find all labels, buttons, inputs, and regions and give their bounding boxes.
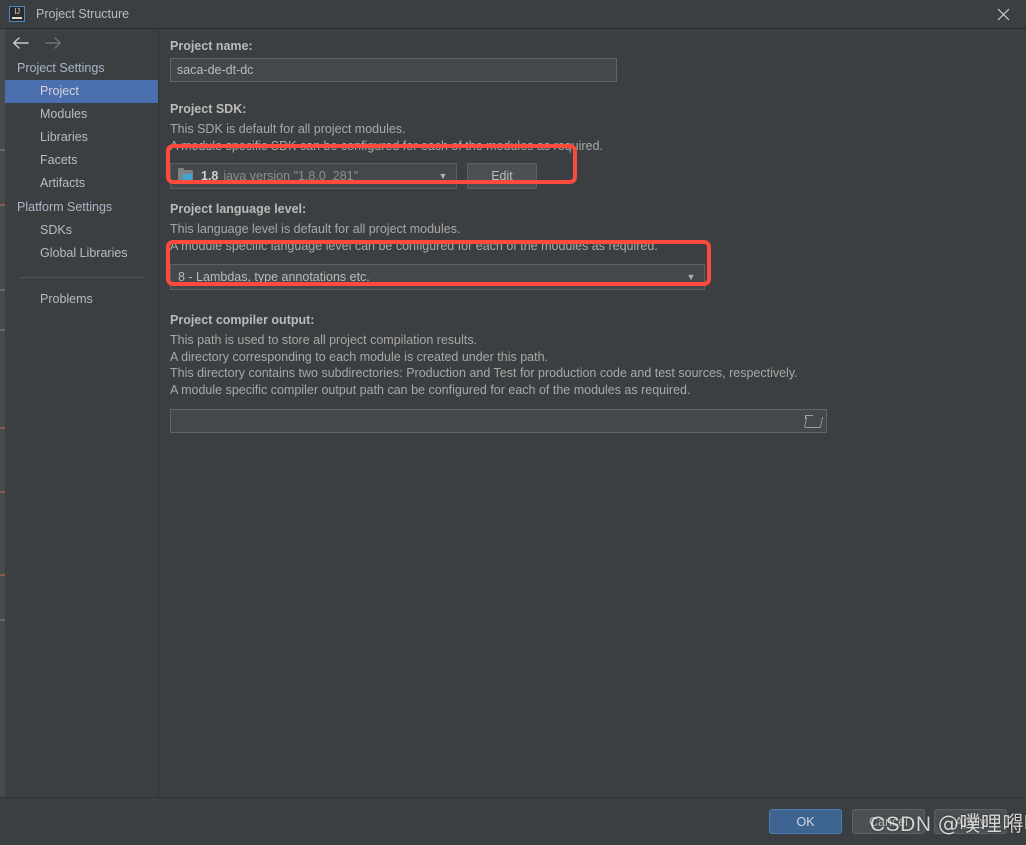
project-sdk-description: java version "1.8.0_281" (223, 169, 359, 183)
project-sdk-desc-2: A module specific SDK can be configured … (170, 138, 603, 153)
project-name-input[interactable]: saca-de-dt-dc (170, 58, 617, 82)
chevron-down-icon: ▼ (686, 271, 696, 282)
project-sdk-version: 1.8 (201, 169, 219, 183)
compiler-output-desc-2: A directory corresponding to each module… (170, 349, 548, 364)
sidebar-group-project-settings: Project Settings (17, 61, 105, 75)
arrow-right-icon[interactable] (43, 33, 63, 53)
project-name-value: saca-de-dt-dc (177, 63, 254, 77)
intellij-logo-icon (9, 6, 25, 22)
project-sdk-dropdown[interactable]: 1.8 java version "1.8.0_281" ▼ (170, 163, 457, 189)
title-bar: Project Structure (0, 0, 1026, 29)
language-level-desc-1: This language level is default for all p… (170, 222, 461, 236)
dialog-footer: OK Cancel Apply (0, 797, 1026, 845)
language-level-value: 8 - Lambdas, type annotations etc. (178, 270, 370, 284)
sidebar-item-project[interactable]: Project (5, 80, 158, 103)
edit-sdk-button[interactable]: Edit (467, 163, 537, 189)
project-structure-dialog: Project Structure (0, 0, 1026, 845)
sidebar-item-libraries[interactable]: Libraries (5, 126, 158, 149)
project-name-label: Project name: (170, 39, 253, 53)
compiler-output-desc-1: This path is used to store all project c… (170, 333, 478, 347)
folder-browse-icon[interactable] (805, 414, 821, 428)
navigation-toolbar (5, 29, 158, 56)
chevron-down-icon: ▼ (438, 170, 448, 181)
close-icon[interactable] (980, 0, 1026, 29)
cancel-button[interactable]: Cancel (852, 809, 925, 834)
ok-button[interactable]: OK (769, 809, 842, 834)
compiler-output-input[interactable] (170, 409, 827, 433)
sidebar-group-platform-settings: Platform Settings (17, 200, 113, 214)
sidebar-item-facets[interactable]: Facets (5, 149, 158, 172)
compiler-output-desc-4: A module specific compiler output path c… (170, 382, 691, 397)
project-sdk-label: Project SDK: (170, 102, 247, 116)
sidebar-divider (19, 277, 144, 278)
compiler-output-label: Project compiler output: (170, 313, 315, 327)
sidebar-item-modules[interactable]: Modules (5, 103, 158, 126)
sidebar-item-sdks[interactable]: SDKs (5, 219, 158, 242)
language-level-label: Project language level: (170, 202, 307, 216)
language-level-dropdown[interactable]: 8 - Lambdas, type annotations etc. ▼ (170, 264, 705, 290)
project-settings-pane: Project name: saca-de-dt-dc Project SDK:… (160, 29, 1026, 797)
window-title: Project Structure (36, 7, 130, 21)
language-level-desc-2: A module specific language level can be … (170, 238, 658, 253)
sidebar-item-global-libraries[interactable]: Global Libraries (5, 242, 158, 265)
compiler-output-desc-3: This directory contains two subdirectori… (170, 366, 798, 380)
sidebar-item-problems[interactable]: Problems (5, 288, 158, 311)
sidebar-item-artifacts[interactable]: Artifacts (5, 172, 158, 195)
apply-button[interactable]: Apply (934, 809, 1007, 834)
java-sdk-folder-icon (178, 168, 194, 184)
arrow-left-icon[interactable] (10, 33, 30, 53)
project-sdk-desc-1: This SDK is default for all project modu… (170, 122, 406, 136)
project-sdk-row: 1.8 java version "1.8.0_281" ▼ Edit (170, 163, 1026, 189)
settings-sidebar: Project Settings Project Modules Librari… (5, 29, 159, 797)
